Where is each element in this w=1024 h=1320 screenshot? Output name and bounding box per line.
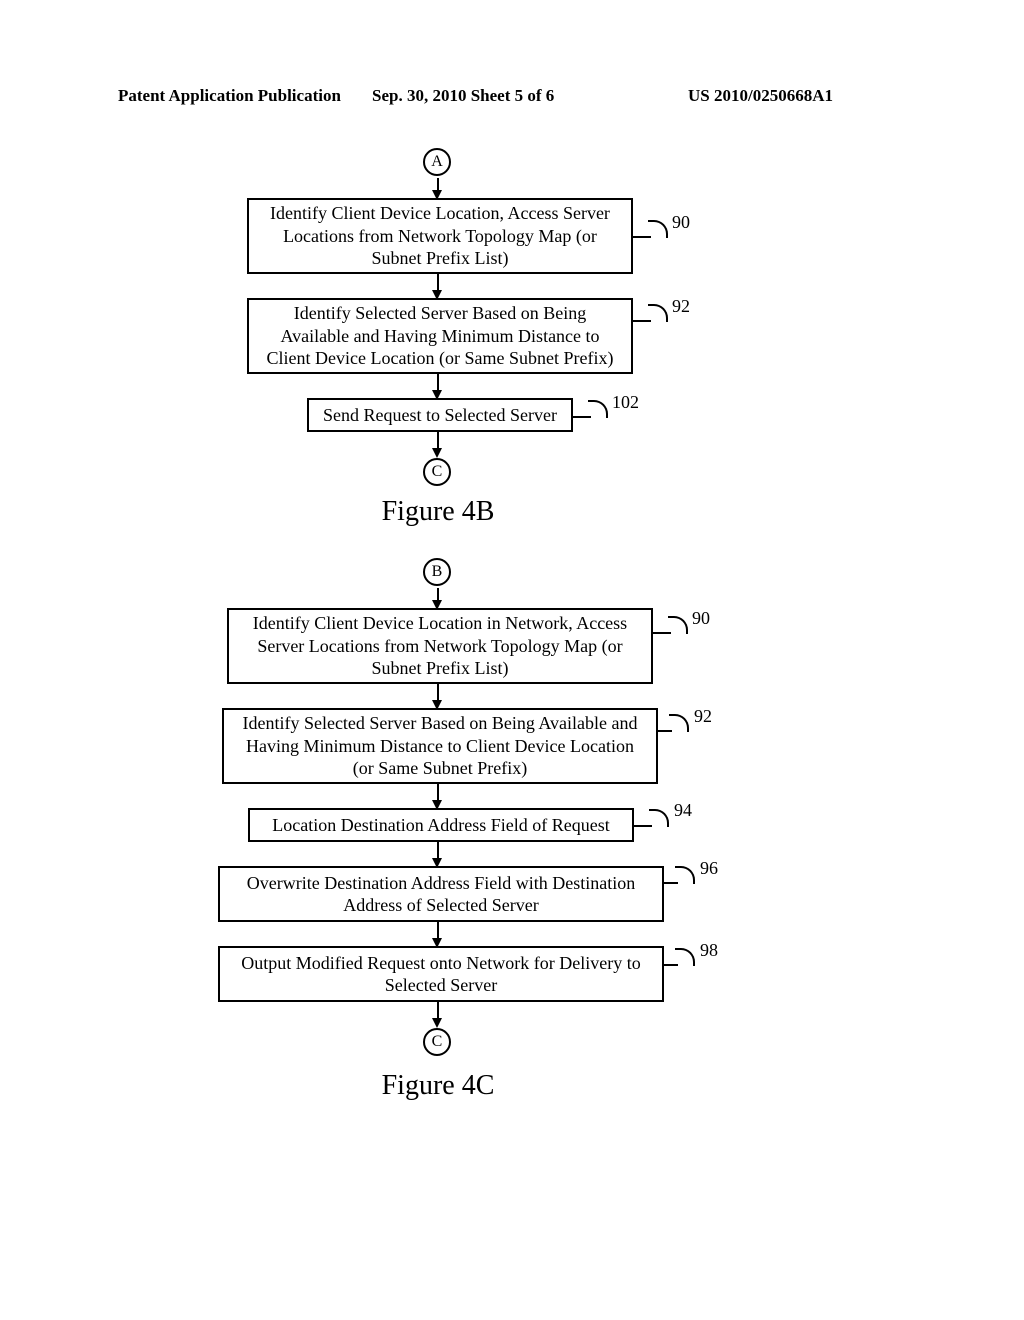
leader-curve bbox=[668, 616, 688, 634]
box-text: Identify Selected Server Based on Being … bbox=[234, 712, 646, 780]
refnum-98-4c: 98 bbox=[700, 940, 718, 961]
connector-c-4b: C bbox=[423, 458, 451, 486]
refnum-90-4b: 90 bbox=[672, 212, 690, 233]
figure-4c: B Identify Client Device Location in Net… bbox=[0, 550, 1024, 1170]
leader-curve bbox=[649, 809, 669, 827]
box-text: Identify Client Device Location, Access … bbox=[259, 202, 621, 270]
refnum-92-4c: 92 bbox=[694, 706, 712, 727]
refnum-96-4c: 96 bbox=[700, 858, 718, 879]
box-identify-client-location-4b: Identify Client Device Location, Access … bbox=[247, 198, 633, 274]
refnum-92-4b: 92 bbox=[672, 296, 690, 317]
box-send-request-4b: Send Request to Selected Server bbox=[307, 398, 573, 432]
box-location-destination-field-4c: Location Destination Address Field of Re… bbox=[248, 808, 634, 842]
figure-4b: A Identify Client Device Location, Acces… bbox=[0, 140, 1024, 510]
connector-c-4c: C bbox=[423, 1028, 451, 1056]
figure-4b-caption: Figure 4B bbox=[338, 496, 538, 528]
refnum-102-4b: 102 bbox=[612, 392, 639, 413]
box-identify-client-location-4c: Identify Client Device Location in Netwo… bbox=[227, 608, 653, 684]
arrow-head-icon bbox=[432, 1018, 442, 1028]
box-overwrite-destination-4c: Overwrite Destination Address Field with… bbox=[218, 866, 664, 922]
figure-4c-caption: Figure 4C bbox=[338, 1070, 538, 1102]
refnum-94-4c: 94 bbox=[674, 800, 692, 821]
box-text: Send Request to Selected Server bbox=[323, 404, 557, 427]
box-text: Overwrite Destination Address Field with… bbox=[230, 872, 652, 917]
connector-b: B bbox=[423, 558, 451, 586]
box-text: Output Modified Request onto Network for… bbox=[230, 952, 652, 997]
header-left: Patent Application Publication bbox=[118, 86, 341, 106]
connector-a: A bbox=[423, 148, 451, 176]
box-identify-selected-server-4c: Identify Selected Server Based on Being … bbox=[222, 708, 658, 784]
leader-curve bbox=[675, 948, 695, 966]
arrow-head-icon bbox=[432, 448, 442, 458]
leader-curve bbox=[648, 220, 668, 238]
refnum-90-4c: 90 bbox=[692, 608, 710, 629]
page: Patent Application Publication Sep. 30, … bbox=[0, 0, 1024, 1320]
box-text: Identify Client Device Location in Netwo… bbox=[239, 612, 641, 680]
box-text: Identify Selected Server Based on Being … bbox=[259, 302, 621, 370]
box-text: Location Destination Address Field of Re… bbox=[272, 814, 609, 837]
header-right: US 2010/0250668A1 bbox=[688, 86, 833, 106]
box-output-modified-request-4c: Output Modified Request onto Network for… bbox=[218, 946, 664, 1002]
leader-curve bbox=[588, 400, 608, 418]
leader-curve bbox=[669, 714, 689, 732]
box-identify-selected-server-4b: Identify Selected Server Based on Being … bbox=[247, 298, 633, 374]
header-mid: Sep. 30, 2010 Sheet 5 of 6 bbox=[372, 86, 554, 106]
leader-curve bbox=[675, 866, 695, 884]
leader-curve bbox=[648, 304, 668, 322]
